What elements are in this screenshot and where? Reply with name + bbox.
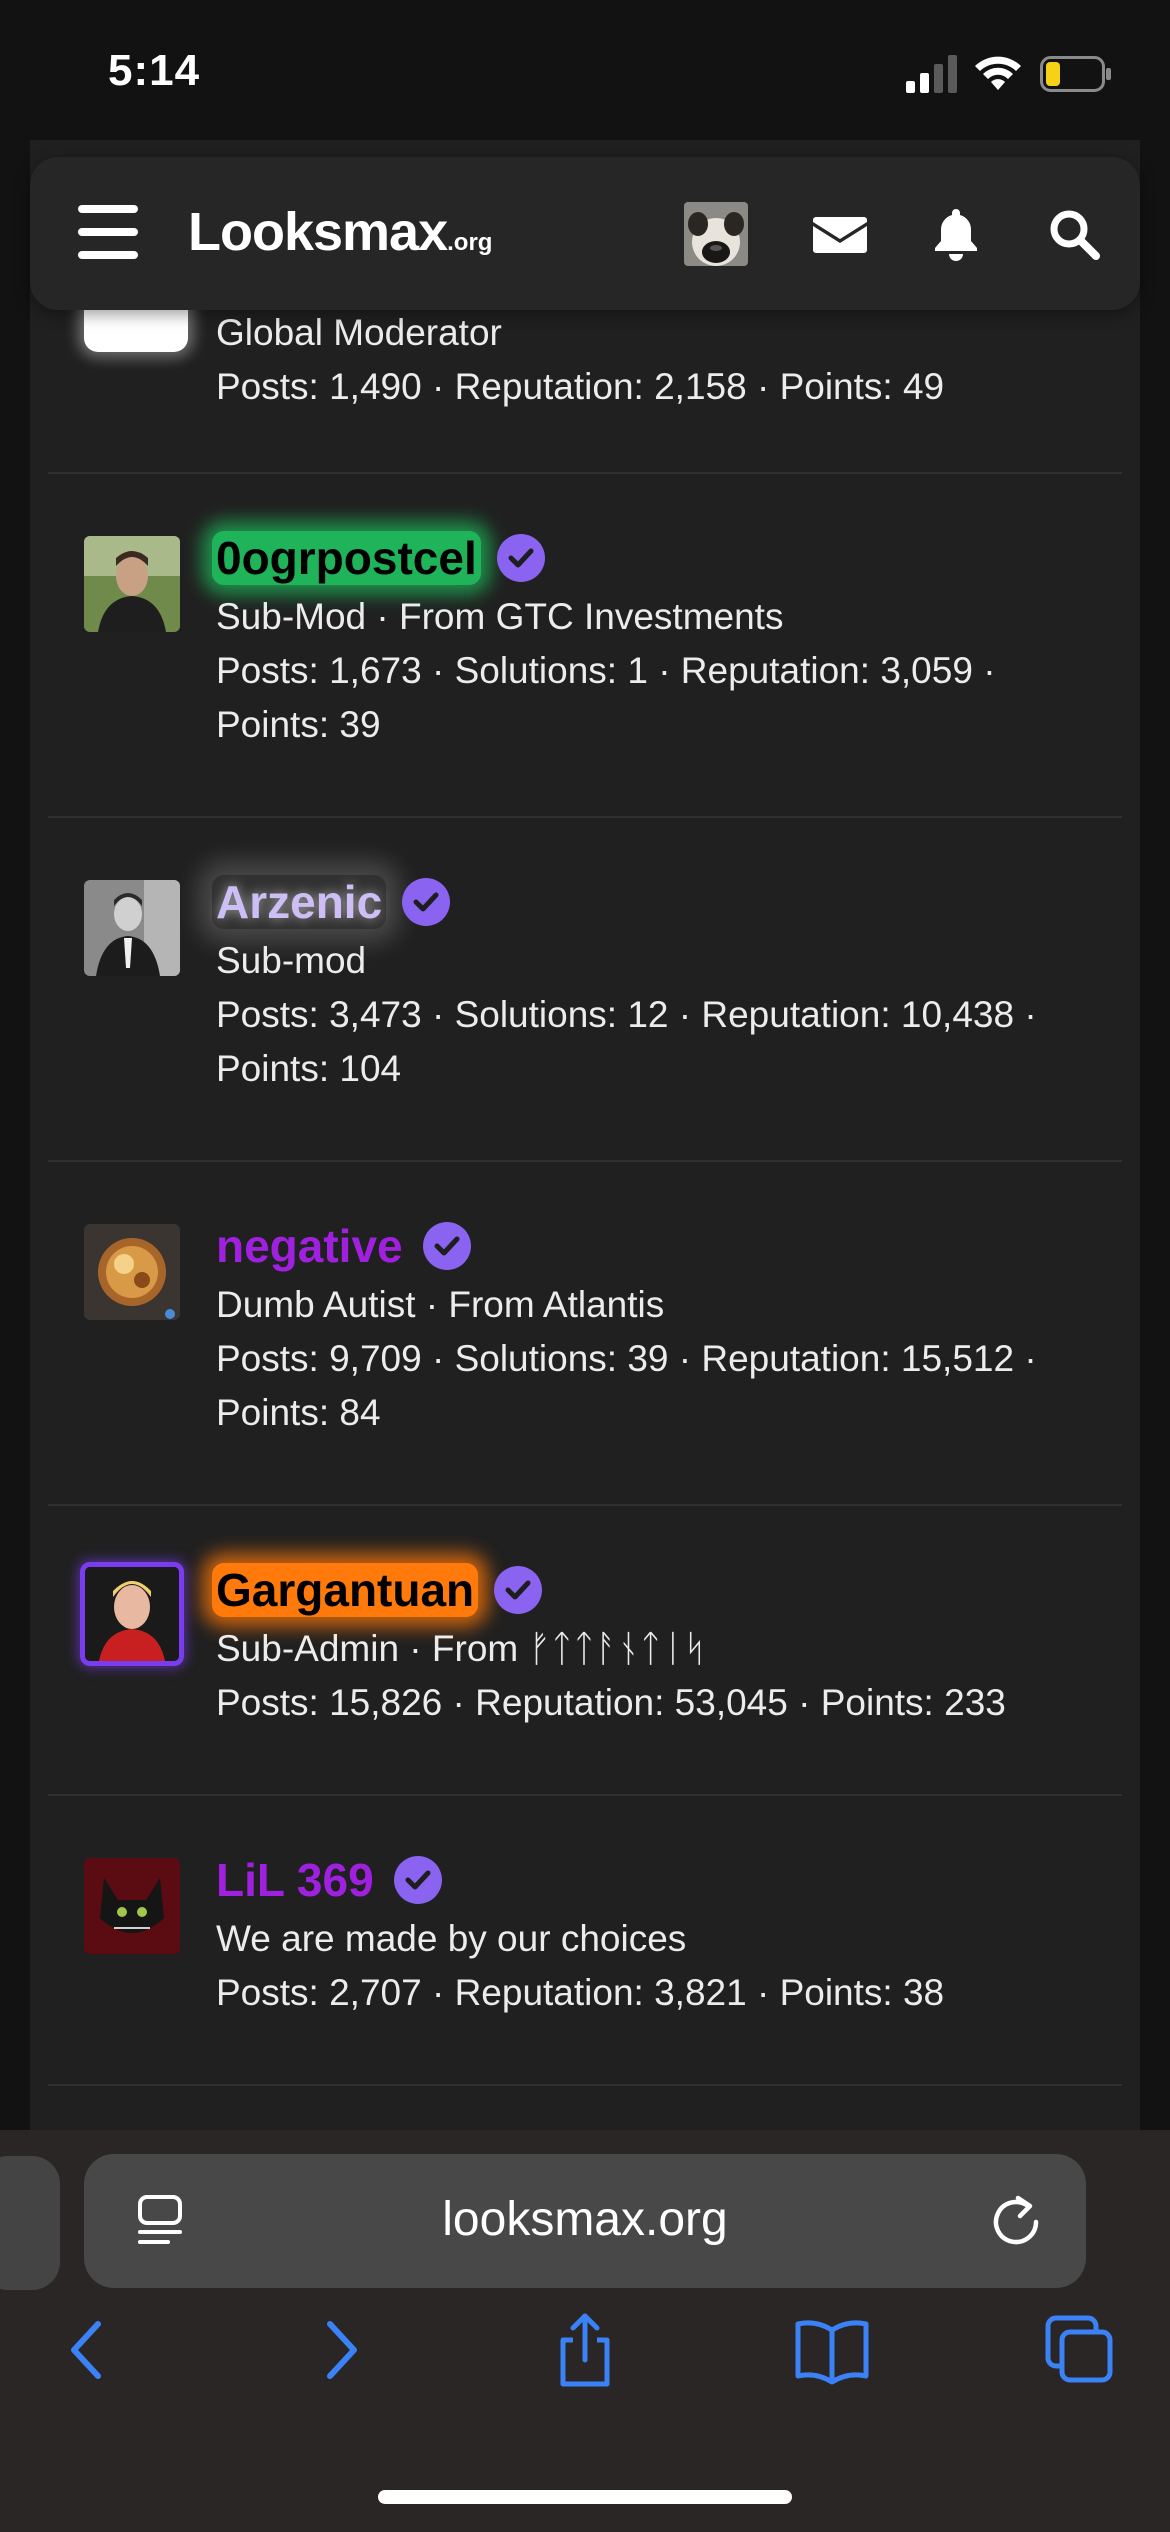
member-username[interactable]: Arzenic [212,875,387,929]
logo-main: Looksmax [188,202,448,262]
member-username[interactable]: LiL 369 [212,1853,378,1907]
logo-tld: .org [447,229,493,256]
member-stats: Points: 84 [216,1392,381,1433]
member-username[interactable]: 0ogrpostcel [212,531,481,585]
member-title: Sub-mod [216,940,367,981]
member-title: Global Moderator [216,312,502,353]
member-title: Dumb Autist · From Atlantis [216,1284,665,1325]
member-title: Sub-Admin · From ᚠᛏᛏᚨᚾᛏᛁᛋ [216,1628,707,1669]
member-title: We are made by our choices [216,1918,687,1959]
site-logo[interactable]: Looksmax.org [188,201,492,263]
verified-badge-icon [393,1856,442,1904]
battery-icon [1040,56,1111,92]
member-row: 0ogrpostcel Sub-Mod · From GTC Investmen… [48,474,1122,818]
member-row: LiL 369 We are made by our choices Posts… [48,1796,1122,2086]
member-stats: Posts: 2,707 · Reputation: 3,821 · Point… [216,1972,945,2013]
member-username[interactable]: Gargantuan [212,1563,479,1617]
mail-icon[interactable] [812,206,868,262]
previous-tab-preview[interactable] [0,2156,60,2290]
member-stats: Points: 39 [216,704,381,745]
member-row: Gargantuan Sub-Admin · From ᚠᛏᛏᚨᚾᛏᛁᛋ Pos… [48,1506,1122,1796]
member-stats: Points: 104 [216,1048,402,1089]
search-icon[interactable] [1046,206,1102,262]
status-bar: 5:14 [0,0,1170,140]
tabs-icon[interactable] [1040,2310,1120,2390]
member-avatar[interactable] [84,536,180,632]
member-avatar[interactable] [80,1562,184,1666]
menu-icon[interactable] [78,205,138,259]
forward-icon[interactable] [300,2310,380,2390]
member-title: Sub-Mod · From GTC Investments [216,596,784,637]
user-avatar[interactable] [684,202,748,266]
cellular-signal-icon [906,55,957,93]
share-icon[interactable] [545,2310,625,2390]
reload-icon[interactable] [988,2192,1044,2250]
home-indicator [378,2490,792,2504]
url-text[interactable]: looksmax.org [84,2192,1086,2247]
member-row: Global Moderator Posts: 1,490 · Reputati… [48,252,1122,474]
bell-icon[interactable] [928,206,984,262]
member-stats: Posts: 3,473 · Solutions: 12 · Reputatio… [216,994,1037,1035]
member-avatar[interactable] [84,1224,180,1320]
verified-badge-icon [494,1566,543,1614]
wifi-icon [975,56,1021,90]
back-icon[interactable] [48,2310,128,2390]
verified-badge-icon [496,534,545,582]
member-stats: Posts: 1,673 · Solutions: 1 · Reputation… [216,650,996,691]
member-stats: Posts: 1,490 · Reputation: 2,158 · Point… [216,366,945,407]
site-header: Looksmax.org [30,157,1140,310]
member-avatar[interactable] [84,1858,180,1954]
member-row: Arzenic Sub-mod Posts: 3,473 · Solutions… [48,818,1122,1162]
member-avatar[interactable] [84,880,180,976]
address-bar[interactable]: looksmax.org [84,2154,1086,2288]
verified-badge-icon [422,1222,471,1270]
member-row: negative Dumb Autist · From Atlantis Pos… [48,1162,1122,1506]
bookmarks-icon[interactable] [792,2310,872,2390]
member-username[interactable]: negative [212,1219,407,1273]
verified-badge-icon [402,878,451,926]
member-stats: Posts: 9,709 · Solutions: 39 · Reputatio… [216,1338,1037,1379]
member-stats: Posts: 15,826 · Reputation: 53,045 · Poi… [216,1682,1006,1723]
member-list: Global Moderator Posts: 1,490 · Reputati… [48,252,1122,2086]
status-time: 5:14 [108,46,201,95]
browser-toolbar: looksmax.org [0,2130,1170,2532]
